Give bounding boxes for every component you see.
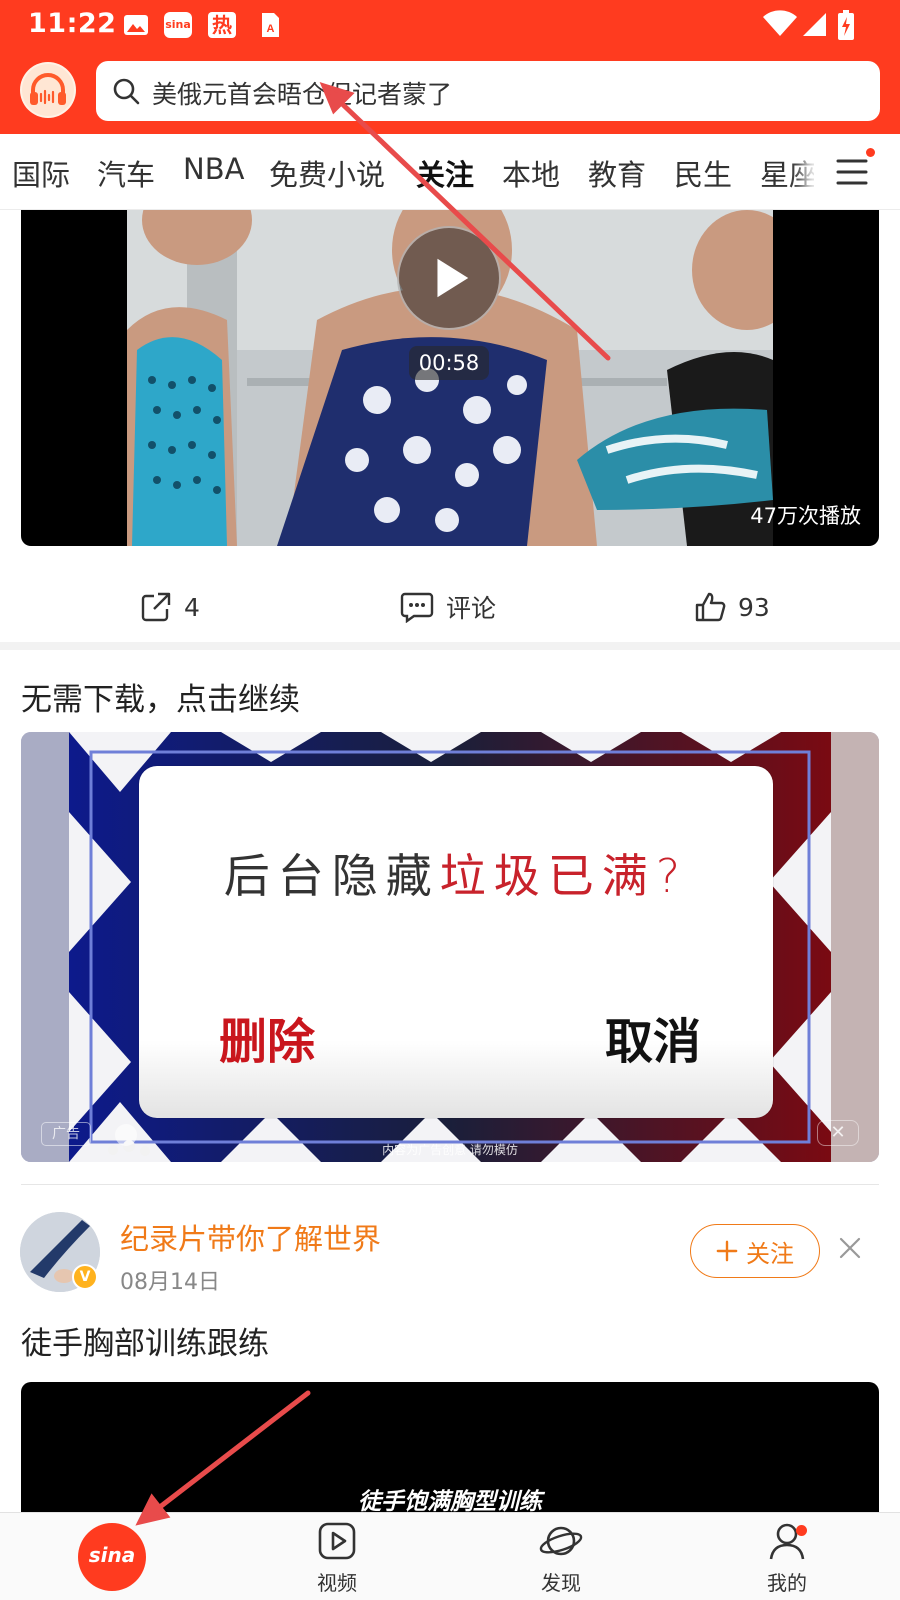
ad-close-button[interactable]: ✕ [817,1120,859,1146]
nav-video[interactable]: 视频 [292,1521,382,1596]
video-duration: 00:58 [409,346,489,380]
ad-delete-button[interactable]: 删除 [219,1002,315,1072]
author-name[interactable]: 纪录片带你了解世界 [120,1216,381,1258]
hot-notification-icon: 热 [208,12,236,38]
follow-button[interactable]: 关注 [690,1224,820,1278]
search-placeholder: 美俄元首会晤仓促记者蒙了 [152,80,453,109]
post-date: 08月14日 [120,1270,220,1295]
ad-question: 后台隐藏垃圾已满? [139,840,773,906]
section-separator [0,642,900,650]
tab-education[interactable]: 教育 [588,152,646,194]
ad-banner[interactable]: 后台隐藏垃圾已满? 删除 取消 广告 内容为广告创意 请勿模仿 ✕ [21,732,879,1162]
planet-icon [539,1526,583,1556]
dismiss-post-icon[interactable] [838,1236,862,1260]
nav-me-badge-dot [796,1525,807,1536]
ad-question-prefix: 后台隐藏 [223,849,440,903]
search-icon [113,78,140,105]
battery-icon [838,10,854,40]
video-player[interactable]: 00:58 47万次播放 [21,210,879,546]
tab-local[interactable]: 本地 [502,152,560,194]
thumbs-up-icon [695,592,726,622]
nav-discover-label: 发现 [541,1571,581,1595]
post-title[interactable]: 徒手胸部训练跟练 [21,1318,269,1363]
video-action-bar: 4 评论 93 [0,570,900,642]
post-video[interactable]: 徒手饱满胸型训练 [21,1382,879,1512]
ad-title[interactable]: 无需下载，点击继续 [21,674,300,719]
post-video-caption: 徒手饱满胸型训练 [358,1489,542,1512]
nav-me-label: 我的 [767,1571,807,1595]
tab-livelihood[interactable]: 民生 [674,152,732,194]
play-icon [437,258,469,298]
menu-badge-dot [866,148,875,157]
tab-follow[interactable]: 关注 [416,152,474,194]
channel-tabs: 国际 汽车 NBA 免费小说 关注 本地 教育 民生 星座 [0,134,900,210]
tab-guoji[interactable]: 国际 [12,152,70,194]
app-notification-icon: A [262,13,279,37]
channel-menu-button[interactable] [814,134,900,209]
comment-button[interactable]: 评论 [400,590,496,624]
tab-horoscope[interactable]: 星座 [760,152,818,194]
image-notification-icon [124,15,148,35]
ad-question-highlight: 垃圾已满? [439,849,689,903]
sina-logo: sina [88,1543,136,1567]
status-time: 11:22 [28,8,117,39]
svg-text:A: A [267,23,275,35]
tab-free-novel[interactable]: 免费小说 [269,152,385,194]
share-icon [141,592,171,622]
verified-badge: V [72,1264,98,1290]
ad-disclaimer: 内容为广告创意 请勿模仿 [382,1143,518,1157]
nav-home-button[interactable]: sina [78,1523,146,1591]
nav-me[interactable]: 我的 [742,1521,832,1596]
tab-qiche[interactable]: 汽车 [97,152,155,194]
share-count: 4 [184,592,200,622]
play-button[interactable] [397,226,501,330]
comment-icon [400,592,434,623]
headphones-icon [22,64,74,116]
like-button[interactable]: 93 [694,590,770,624]
nav-discover[interactable]: 发现 [516,1521,606,1596]
menu-icon [836,159,868,185]
sina-notification-icon: sina [164,12,192,38]
top-bar: 11:22 sina 热 A 美俄元首会晤仓促记者蒙了 [0,0,900,134]
like-count: 93 [738,592,770,622]
signal-icon [803,13,826,36]
card-divider [21,1184,879,1185]
tab-nba[interactable]: NBA [183,152,244,186]
status-bar: 11:22 sina 热 A [0,0,900,50]
ad-dialog: 后台隐藏垃圾已满? 删除 取消 [139,766,773,1118]
play-count: 47万次播放 [750,504,861,528]
comment-label: 评论 [446,594,497,623]
search-input[interactable]: 美俄元首会晤仓促记者蒙了 [96,61,880,121]
follow-label: 关注 [746,1239,794,1268]
plus-icon [716,1240,738,1262]
audio-news-button[interactable] [20,62,76,118]
wifi-icon [763,10,797,36]
bottom-nav: sina 视频 发现 我的 [0,1512,900,1600]
ad-cancel-button[interactable]: 取消 [605,1002,701,1072]
share-button[interactable]: 4 [140,590,200,624]
nav-video-label: 视频 [317,1571,357,1595]
video-icon [318,1522,356,1560]
